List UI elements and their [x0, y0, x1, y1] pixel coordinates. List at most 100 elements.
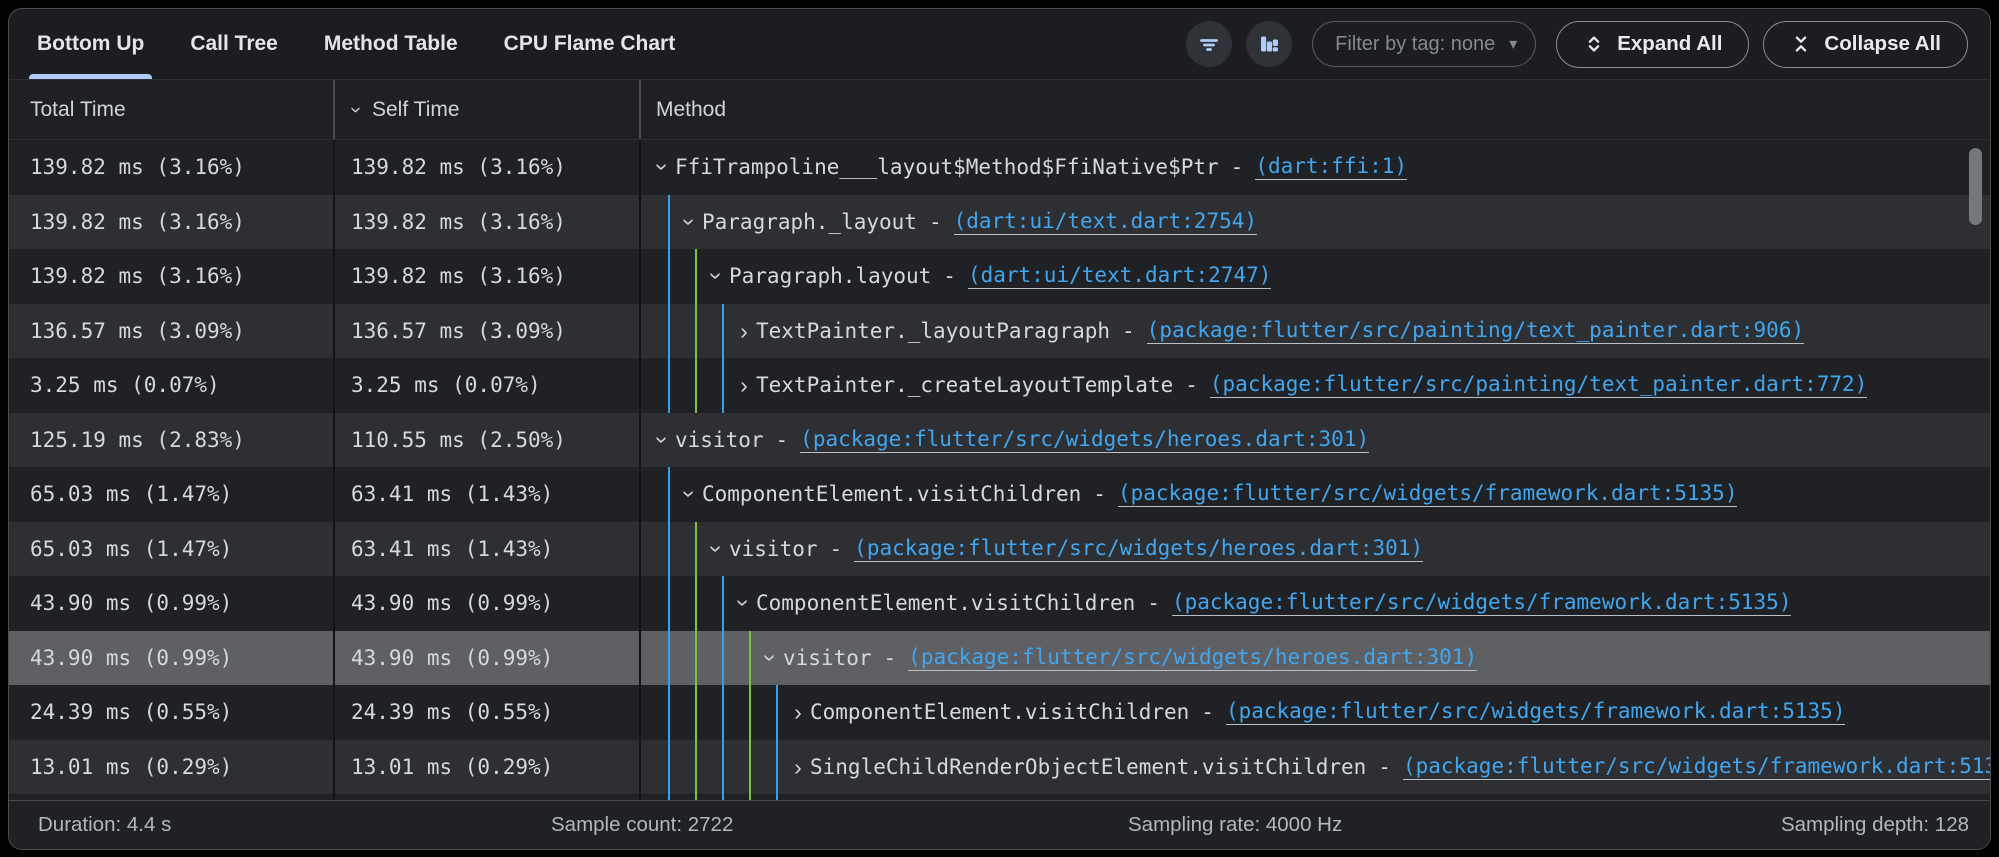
sample-count-status: Sample count: 2722 — [551, 813, 733, 837]
collapse-row-icon[interactable]: › — [707, 537, 727, 561]
column-header-method[interactable]: Method — [641, 80, 1990, 139]
self-time-value: 3.25 ms (0.07%) — [351, 373, 541, 397]
cpu-samples-button[interactable] — [1246, 21, 1292, 67]
collapse-row-icon[interactable]: › — [653, 428, 673, 452]
cpu-profiler-panel: Bottom Up Call Tree Method Table CPU Flame … — [8, 8, 1991, 850]
filter-by-tag-dropdown[interactable]: Filter by tag: none ▾ — [1312, 21, 1536, 67]
table-row[interactable]: 139.82 ms (3.16%)139.82 ms (3.16%)›Parag… — [9, 249, 1990, 304]
source-link[interactable]: (dart:ui/text.dart:2747) — [968, 263, 1271, 289]
method-separator: - — [776, 428, 789, 452]
expand-all-button[interactable]: Expand All — [1556, 21, 1749, 68]
self-time-value: 139.82 ms (3.16%) — [351, 210, 566, 234]
method-separator: - — [830, 537, 843, 561]
method-cell: ›FfiTrampoline___layout$Method$FfiNative… — [641, 140, 1990, 195]
source-link[interactable]: (package:flutter/src/widgets/framework.d… — [1172, 590, 1792, 616]
source-link[interactable]: (package:flutter/src/widgets/framework.d… — [1118, 481, 1738, 507]
table-header: Total Time › Self Time Method — [9, 80, 1990, 140]
table-row[interactable]: 65.03 ms (1.47%)63.41 ms (1.43%)›Compone… — [9, 467, 1990, 522]
table-row[interactable]: 65.03 ms (1.47%)63.41 ms (1.43%)›visitor… — [9, 522, 1990, 577]
indent-guide — [651, 467, 678, 522]
method-cell: ›visitor-(package:flutter/src/widgets/he… — [641, 631, 1990, 686]
source-link[interactable]: (dart:ffi:1) — [1255, 154, 1407, 180]
method-separator: - — [884, 646, 897, 670]
tab-cpu-flame-chart[interactable]: CPU Flame Chart — [496, 9, 684, 79]
filter-button[interactable] — [1186, 21, 1232, 67]
collapse-row-icon[interactable]: › — [761, 646, 781, 670]
sampling-depth-status: Sampling depth: 128 — [1781, 813, 1969, 837]
source-link[interactable]: (package:flutter/src/painting/text_paint… — [1210, 372, 1867, 398]
table-row[interactable]: 24.39 ms (0.55%)24.39 ms (0.55%)›Compone… — [9, 685, 1990, 740]
indent-guide — [759, 685, 786, 740]
method-separator: - — [1231, 155, 1244, 179]
method-name: SingleChildRenderObjectElement.visitChil… — [810, 755, 1366, 779]
collapse-row-icon[interactable]: › — [707, 264, 727, 288]
source-link[interactable]: (package:flutter/src/widgets/heroes.dart… — [854, 536, 1423, 562]
self-time-value: 139.82 ms (3.16%) — [351, 155, 566, 179]
table-row[interactable]: 139.82 ms (3.16%)139.82 ms (3.16%)›FfiTr… — [9, 140, 1990, 195]
total-time-cell: 43.90 ms (0.99%) — [9, 631, 335, 686]
column-label: Method — [656, 98, 726, 122]
method-separator: - — [1122, 319, 1135, 343]
total-time-cell: 13.01 ms (0.29%) — [9, 740, 335, 795]
source-link[interactable]: (package:flutter/src/painting/text_paint… — [1147, 318, 1804, 344]
collapse-row-icon[interactable]: › — [680, 482, 700, 506]
expand-row-icon[interactable]: › — [732, 321, 756, 341]
status-bar: Duration: 4.4 s Sample count: 2722 Sampl… — [9, 800, 1990, 849]
unfold-more-icon — [1583, 33, 1605, 55]
collapse-row-icon[interactable]: › — [734, 591, 754, 615]
collapse-all-button[interactable]: Collapse All — [1763, 21, 1968, 68]
indent-guide — [678, 576, 705, 631]
collapse-row-icon[interactable]: › — [680, 210, 700, 234]
indent-guide — [678, 249, 705, 304]
table-row[interactable]: 43.90 ms (0.99%)43.90 ms (0.99%)›visitor… — [9, 631, 1990, 686]
source-link[interactable]: (package:flutter/src/widgets/framework.d… — [1403, 754, 1990, 780]
method-cell: ›visitor-(package:flutter/src/widgets/he… — [641, 413, 1990, 468]
method-cell: ›Paragraph._layout-(dart:ui/text.dart:27… — [641, 195, 1990, 250]
tab-method-table[interactable]: Method Table — [316, 9, 466, 79]
source-link[interactable]: (package:flutter/src/widgets/heroes.dart… — [908, 645, 1477, 671]
column-header-self-time[interactable]: › Self Time — [335, 80, 641, 139]
vertical-scrollbar-thumb[interactable] — [1969, 148, 1982, 225]
indent-guide — [678, 631, 705, 686]
table-row[interactable]: 136.57 ms (3.09%)136.57 ms (3.09%)›TextP… — [9, 304, 1990, 359]
total-time-cell: 43.90 ms (0.99%) — [9, 576, 335, 631]
total-time-value: 24.39 ms (0.55%) — [30, 700, 232, 724]
indent-guide — [732, 631, 759, 686]
column-header-total-time[interactable]: Total Time — [9, 80, 335, 139]
expand-row-icon[interactable]: › — [732, 375, 756, 395]
total-time-value: 139.82 ms (3.16%) — [30, 210, 245, 234]
indent-guide — [651, 304, 678, 359]
self-time-value: 136.57 ms (3.09%) — [351, 319, 566, 343]
expand-row-icon[interactable]: › — [786, 757, 810, 777]
source-link[interactable]: (package:flutter/src/widgets/heroes.dart… — [800, 427, 1369, 453]
tab-label: Call Tree — [190, 32, 278, 56]
total-time-cell: 24.39 ms (0.55%) — [9, 685, 335, 740]
indent-guide — [678, 740, 705, 795]
tab-call-tree[interactable]: Call Tree — [182, 9, 286, 79]
self-time-cell: 139.82 ms (3.16%) — [335, 140, 641, 195]
self-time-cell: 43.90 ms (0.99%) — [335, 576, 641, 631]
self-time-value: 139.82 ms (3.16%) — [351, 264, 566, 288]
indent-guide — [732, 685, 759, 740]
total-time-value: 65.03 ms (1.47%) — [30, 537, 232, 561]
method-separator: - — [1185, 373, 1198, 397]
total-time-value: 13.01 ms (0.29%) — [30, 755, 232, 779]
table-row[interactable]: 43.90 ms (0.99%)43.90 ms (0.99%)›Compone… — [9, 576, 1990, 631]
method-cell: ›Paragraph.layout-(dart:ui/text.dart:274… — [641, 249, 1990, 304]
self-time-value: 24.39 ms (0.55%) — [351, 700, 553, 724]
source-link[interactable]: (package:flutter/src/widgets/framework.d… — [1226, 699, 1846, 725]
method-cell: ›TextPainter._layoutParagraph-(package:f… — [641, 304, 1990, 359]
total-time-cell: 139.82 ms (3.16%) — [9, 195, 335, 250]
source-link[interactable]: (dart:ui/text.dart:2754) — [954, 209, 1257, 235]
table-row[interactable]: 125.19 ms (2.83%)110.55 ms (2.50%)›visit… — [9, 413, 1990, 468]
tab-bottom-up[interactable]: Bottom Up — [29, 9, 152, 79]
self-time-cell: 136.57 ms (3.09%) — [335, 304, 641, 359]
expand-row-icon[interactable]: › — [786, 702, 810, 722]
table-row[interactable]: 139.82 ms (3.16%) 139.82 ms (3.16%) ›Parag… — [9, 195, 1990, 250]
table-row[interactable]: 13.01 ms (0.29%)13.01 ms (0.29%)›SingleC… — [9, 740, 1990, 795]
table-row[interactable]: 3.25 ms (0.07%)3.25 ms (0.07%)›TextPaint… — [9, 358, 1990, 413]
method-name: visitor — [729, 537, 818, 561]
method-name: TextPainter._createLayoutTemplate — [756, 373, 1173, 397]
self-time-cell: 24.39 ms (0.55%) — [335, 685, 641, 740]
collapse-row-icon[interactable]: › — [653, 155, 673, 179]
